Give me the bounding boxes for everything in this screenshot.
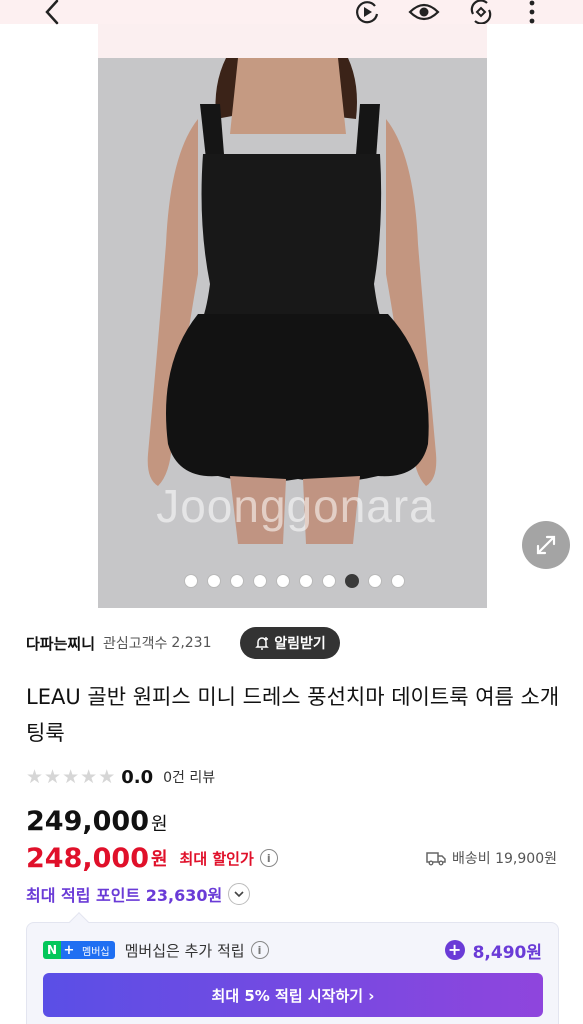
pagination-dot[interactable]	[391, 574, 405, 588]
sale-price-value: 248,000	[26, 842, 149, 874]
star-icon: ★	[62, 765, 80, 788]
sale-price-unit: 원	[150, 849, 168, 870]
product-title: LEAU 골반 원피스 미니 드레스 풍선치마 데이트룩 여름 소개팅룩	[26, 685, 560, 745]
badge-label: 멤버십	[77, 941, 115, 959]
product-photo[interactable]: Joonggonara	[98, 24, 487, 608]
shipping-text: 배송비 19,900원	[452, 851, 557, 867]
pagination-dot[interactable]	[368, 574, 382, 588]
max-points[interactable]: 최대 적립 포인트 23,630원	[26, 880, 251, 908]
star-icon: ★	[26, 765, 44, 788]
seller-name[interactable]: 다파는찌니	[26, 633, 95, 654]
watermark: Joonggonara	[156, 480, 436, 532]
star-icon: ★	[80, 765, 98, 788]
rating-row[interactable]: ★ ★ ★ ★ ★ 0.0 0건 리뷰	[26, 764, 215, 790]
rating-stars: ★ ★ ★ ★ ★	[26, 765, 116, 788]
alarm-label: 알림받기	[274, 636, 326, 652]
card-pointer	[69, 912, 89, 932]
pagination-dot[interactable]	[253, 574, 267, 588]
chevron-down-icon[interactable]	[228, 883, 251, 905]
membership-text: 멤버십은 추가 적립	[124, 941, 245, 960]
follow-label: 관심고객수	[103, 636, 168, 652]
truck-icon	[426, 852, 446, 866]
top-bar	[0, 0, 583, 25]
pagination-dot[interactable]	[299, 574, 313, 588]
naver-membership-badge: N + 멤버십	[43, 941, 115, 959]
seller-info: 다파는찌니 관심고객수 2,231	[26, 627, 212, 659]
membership-bonus-amount: 8,490원	[472, 942, 542, 963]
membership-row: N + 멤버십 멤버십은 추가 적립 i	[43, 937, 269, 963]
sale-price-label: 최대 할인가	[179, 849, 254, 868]
pagination-dot[interactable]	[207, 574, 221, 588]
original-price-unit: 원	[150, 814, 168, 835]
pagination-dot[interactable]	[322, 574, 336, 588]
max-points-text: 최대 적립 포인트 23,630원	[26, 886, 223, 905]
info-icon[interactable]: i	[250, 941, 269, 959]
alarm-button[interactable]: 알림받기	[240, 627, 340, 659]
pagination-dot-active[interactable]	[345, 574, 359, 588]
original-price-value: 249,000	[26, 806, 149, 837]
membership-card: N + 멤버십 멤버십은 추가 적립 i + 8,490원 최대 5% 적립 시…	[26, 912, 559, 1024]
star-icon: ★	[44, 765, 62, 788]
expand-image-button[interactable]	[522, 521, 570, 569]
follow-count: 2,231	[171, 635, 212, 651]
membership-start-button[interactable]: 최대 5% 적립 시작하기 ›	[43, 973, 543, 1017]
star-icon: ★	[98, 765, 116, 788]
product-gallery[interactable]: Joonggonara	[0, 24, 583, 608]
plus-circle-icon: +	[444, 940, 465, 960]
bell-plus-icon	[255, 637, 270, 650]
pagination-dot[interactable]	[184, 574, 198, 588]
info-icon[interactable]: i	[259, 849, 278, 867]
pagination-dot[interactable]	[276, 574, 290, 588]
original-price: 249,000 원	[26, 806, 168, 840]
badge-n: N	[43, 941, 61, 959]
shipping-fee: 배송비 19,900원	[426, 846, 557, 870]
membership-bonus: + 8,490원	[444, 937, 542, 963]
rating-score: 0.0	[121, 766, 154, 788]
gallery-pagination[interactable]	[184, 574, 405, 588]
review-count[interactable]: 0건 리뷰	[163, 767, 215, 787]
pagination-dot[interactable]	[230, 574, 244, 588]
sale-price: 248,000 원 최대 할인가 i	[26, 840, 278, 876]
expand-icon	[536, 535, 556, 555]
badge-plus: +	[61, 941, 77, 959]
